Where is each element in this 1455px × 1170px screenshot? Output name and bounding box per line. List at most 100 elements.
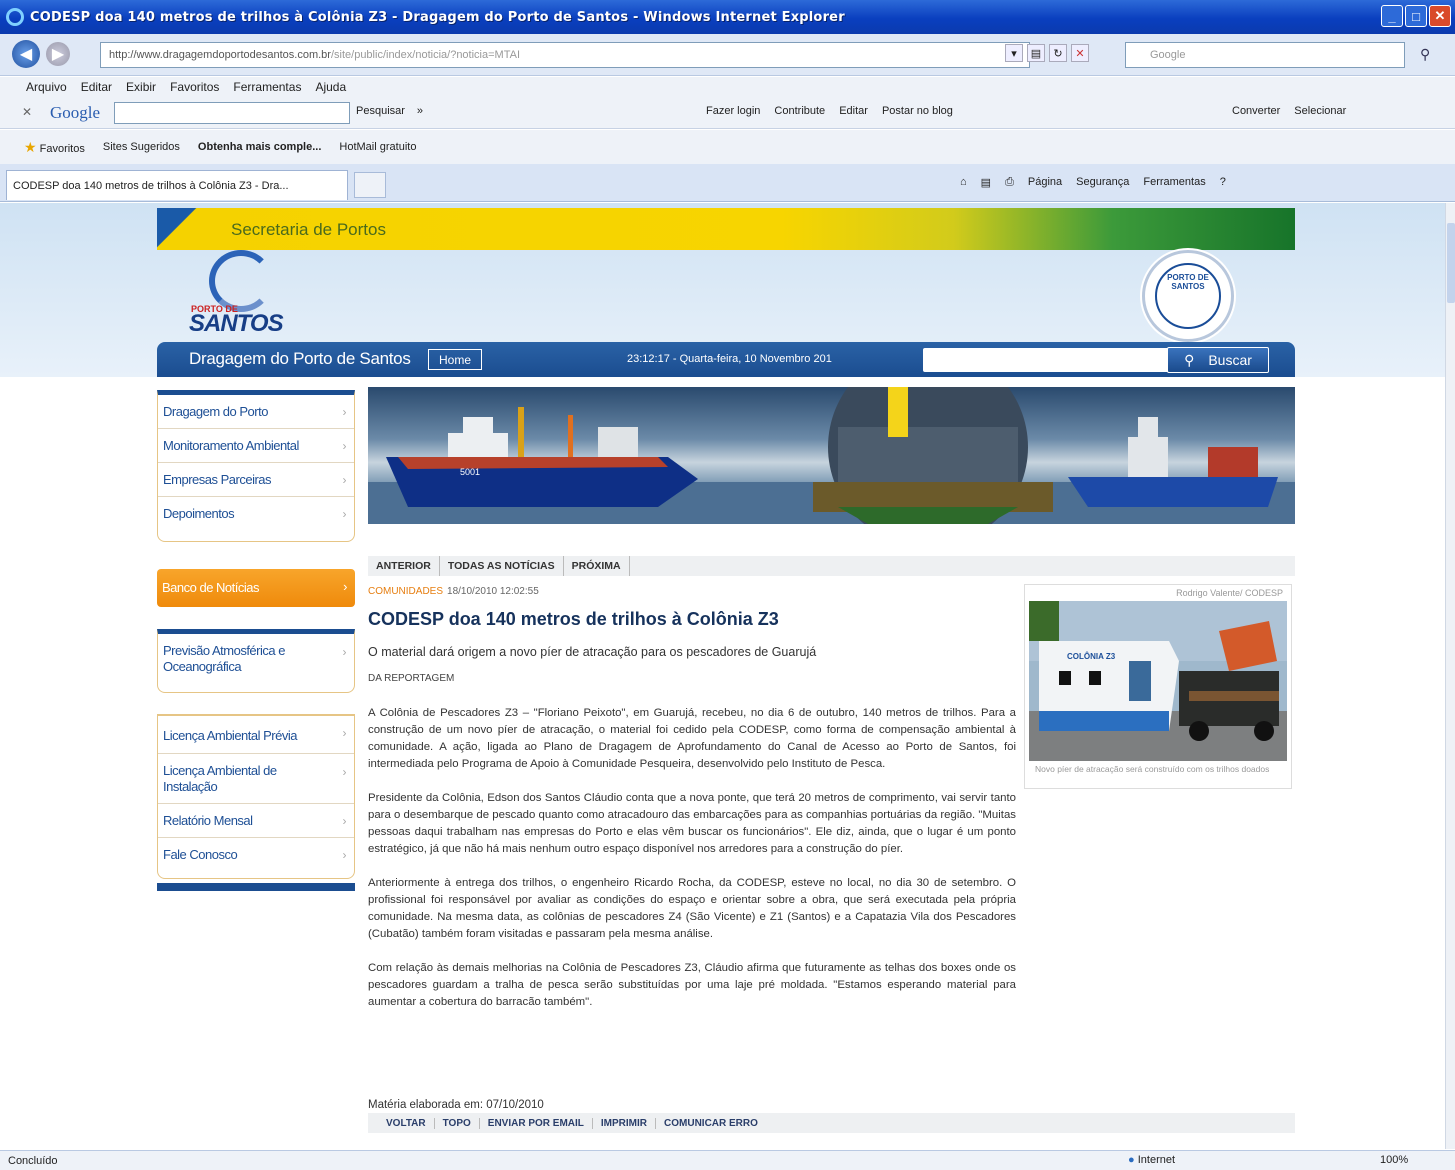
zoom-control[interactable]: 100% [1380,1154,1408,1166]
photo-caption: Novo píer de atracação será construído c… [1035,764,1270,774]
google-search-input[interactable] [114,102,350,124]
more-tools-icon[interactable]: » [417,105,423,117]
menu-item-licenca-instalacao[interactable]: Licença Ambiental de Instalação › [158,754,354,804]
menu-item-empresas[interactable]: Empresas Parceiras › [158,463,354,497]
menu-editar[interactable]: Editar [81,77,112,97]
menu-ajuda[interactable]: Ajuda [315,77,346,97]
back-button[interactable]: ◀ [12,40,40,68]
close-button[interactable]: ✕ [1429,5,1451,27]
report-error-action[interactable]: COMUNICAR ERRO [656,1118,766,1129]
suggested-sites-link[interactable]: Sites Sugeridos [103,141,180,153]
hotmail-link[interactable]: HotMail gratuito [339,141,416,153]
url-path: /site/public/index/noticia/?noticia=MTAI [330,49,520,61]
google-toolbar: ✕ Google Pesquisar » Fazer login Contrib… [0,97,1455,129]
convert-button[interactable]: Converter [1232,105,1280,117]
flag-graphic [157,208,212,250]
top-action[interactable]: TOPO [435,1117,480,1129]
google-search-button[interactable]: Pesquisar [356,105,405,117]
home-icon[interactable]: ⌂ [960,176,967,189]
window-controls: _ □ ✕ [1381,5,1451,27]
site-search-input[interactable] [923,348,1169,372]
chevron-right-icon: › [342,507,347,521]
menu-exibir[interactable]: Exibir [126,77,156,97]
menu-bar: Arquivo Editar Exibir Favoritos Ferramen… [0,77,1455,97]
tools-menu[interactable]: Ferramentas [1143,176,1205,189]
menu-favoritos[interactable]: Favoritos [170,77,219,97]
address-bar: ◀ ▶ http://www.dragagemdoportodesantos.c… [0,34,1455,76]
favorites-label: Favoritos [39,142,85,155]
logo-santos-text: SANTOS [189,310,284,337]
porto-santos-logo[interactable]: PORTO DE SANTOS [189,250,299,340]
back-arrow-icon: ◀ [19,46,33,63]
menu-item-label: Licença Ambiental Prévia [163,728,297,743]
close-toolbar-icon[interactable]: ✕ [22,105,32,119]
scrollbar-thumb[interactable] [1447,223,1455,303]
globe-icon: ● [1128,1154,1135,1166]
svg-text:5001: 5001 [460,467,480,477]
chevron-right-icon: › [342,645,347,659]
feeds-icon[interactable]: ▤ [981,176,991,189]
print-action[interactable]: IMPRIMIR [593,1117,657,1129]
secretaria-title: Secretaria de Portos [231,220,386,239]
menu-item-banco-noticias[interactable]: Banco de Notícias › [157,569,355,607]
tab-current[interactable]: CODESP doa 140 metros de trilhos à Colôn… [6,170,348,200]
logo-area: PORTO DE SANTOS PORTO DE SANTOS [157,250,1295,342]
page-menu[interactable]: Página [1028,176,1062,189]
search-button[interactable]: ⚲ Buscar [1167,347,1269,373]
all-news-link[interactable]: TODAS AS NOTÍCIAS [440,556,564,576]
favorites-button[interactable]: ★ Favoritos [24,139,85,156]
ie-search-input[interactable]: Google [1125,42,1405,68]
email-action[interactable]: ENVIAR POR EMAIL [480,1117,593,1129]
help-icon[interactable]: ? [1220,176,1226,189]
menu-item-licenca-previa[interactable]: Licença Ambiental Prévia › [158,716,354,754]
menu-arquivo[interactable]: Arquivo [26,77,67,97]
search-icon[interactable]: ⚲ [1420,46,1430,63]
menu-item-fale-conosco[interactable]: Fale Conosco › [158,838,354,878]
article-meta: COMUNIDADES 18/10/2010 12:02:55 [368,586,539,597]
chevron-right-icon: › [342,405,347,419]
get-more-addons-link[interactable]: Obtenha mais comple... [198,141,321,153]
chevron-right-icon: › [343,579,347,594]
url-input[interactable]: http://www.dragagemdoportodesantos.com.b… [100,42,1030,68]
security-zone: ● Internet [1128,1154,1175,1166]
back-action[interactable]: VOLTAR [378,1117,435,1129]
photo-credit: Rodrigo Valente/ CODESP [1176,588,1283,598]
menu-item-dragagem[interactable]: Dragagem do Porto › [158,395,354,429]
home-button[interactable]: Home [428,349,482,370]
select-button[interactable]: Selecionar [1294,105,1346,117]
stop-icon[interactable]: ✕ [1071,44,1089,62]
favorites-bar: ★ Favoritos Sites Sugeridos Obtenha mais… [0,130,1455,164]
forward-button[interactable]: ▶ [46,42,70,66]
maximize-button[interactable]: □ [1405,5,1427,27]
login-button[interactable]: Fazer login [706,105,760,117]
edit-button[interactable]: Editar [839,105,868,117]
contribute-button[interactable]: Contribute [774,105,825,117]
menu-item-relatorio[interactable]: Relatório Mensal › [158,804,354,838]
new-tab-button[interactable] [354,172,386,198]
dropdown-icon[interactable]: ▾ [1005,44,1023,62]
menu-ferramentas[interactable]: Ferramentas [233,77,301,97]
tab-bar: CODESP doa 140 metros de trilhos à Colôn… [0,164,1455,202]
menu-item-depoimentos[interactable]: Depoimentos › [158,497,354,541]
menu-item-label: Depoimentos [163,506,235,521]
safety-menu[interactable]: Segurança [1076,176,1129,189]
forward-arrow-icon: ▶ [51,46,65,63]
previous-link[interactable]: ANTERIOR [368,556,440,576]
article-paragraph: Presidente da Colônia, Edson dos Santos … [368,792,1016,855]
menu-item-monitoramento[interactable]: Monitoramento Ambiental › [158,429,354,463]
next-link[interactable]: PRÓXIMA [564,556,630,576]
refresh-icon[interactable]: ↻ [1049,44,1067,62]
article-photo[interactable]: COLÔNIA Z3 [1029,601,1287,761]
print-icon[interactable]: ⎙ [1005,176,1014,189]
menu-item-label: Previsão Atmosférica e Oceanográfica [163,643,285,674]
compatibility-icon[interactable]: ▤ [1027,44,1045,62]
google-toolbar-items-3: Converter Selecionar [1232,105,1346,117]
minimize-button[interactable]: _ [1381,5,1403,27]
menu-item-label: Banco de Notícias [162,580,260,595]
article-category[interactable]: COMUNIDADES [368,586,443,597]
menu-item-label: Fale Conosco [163,847,238,862]
menu-item-previsao[interactable]: Previsão Atmosférica e Oceanográfica › [158,634,354,692]
article-paragraph: Anteriormente à entrega dos trilhos, o e… [368,877,1016,940]
blog-post-button[interactable]: Postar no blog [882,105,953,117]
vertical-scrollbar[interactable] [1445,203,1455,1149]
